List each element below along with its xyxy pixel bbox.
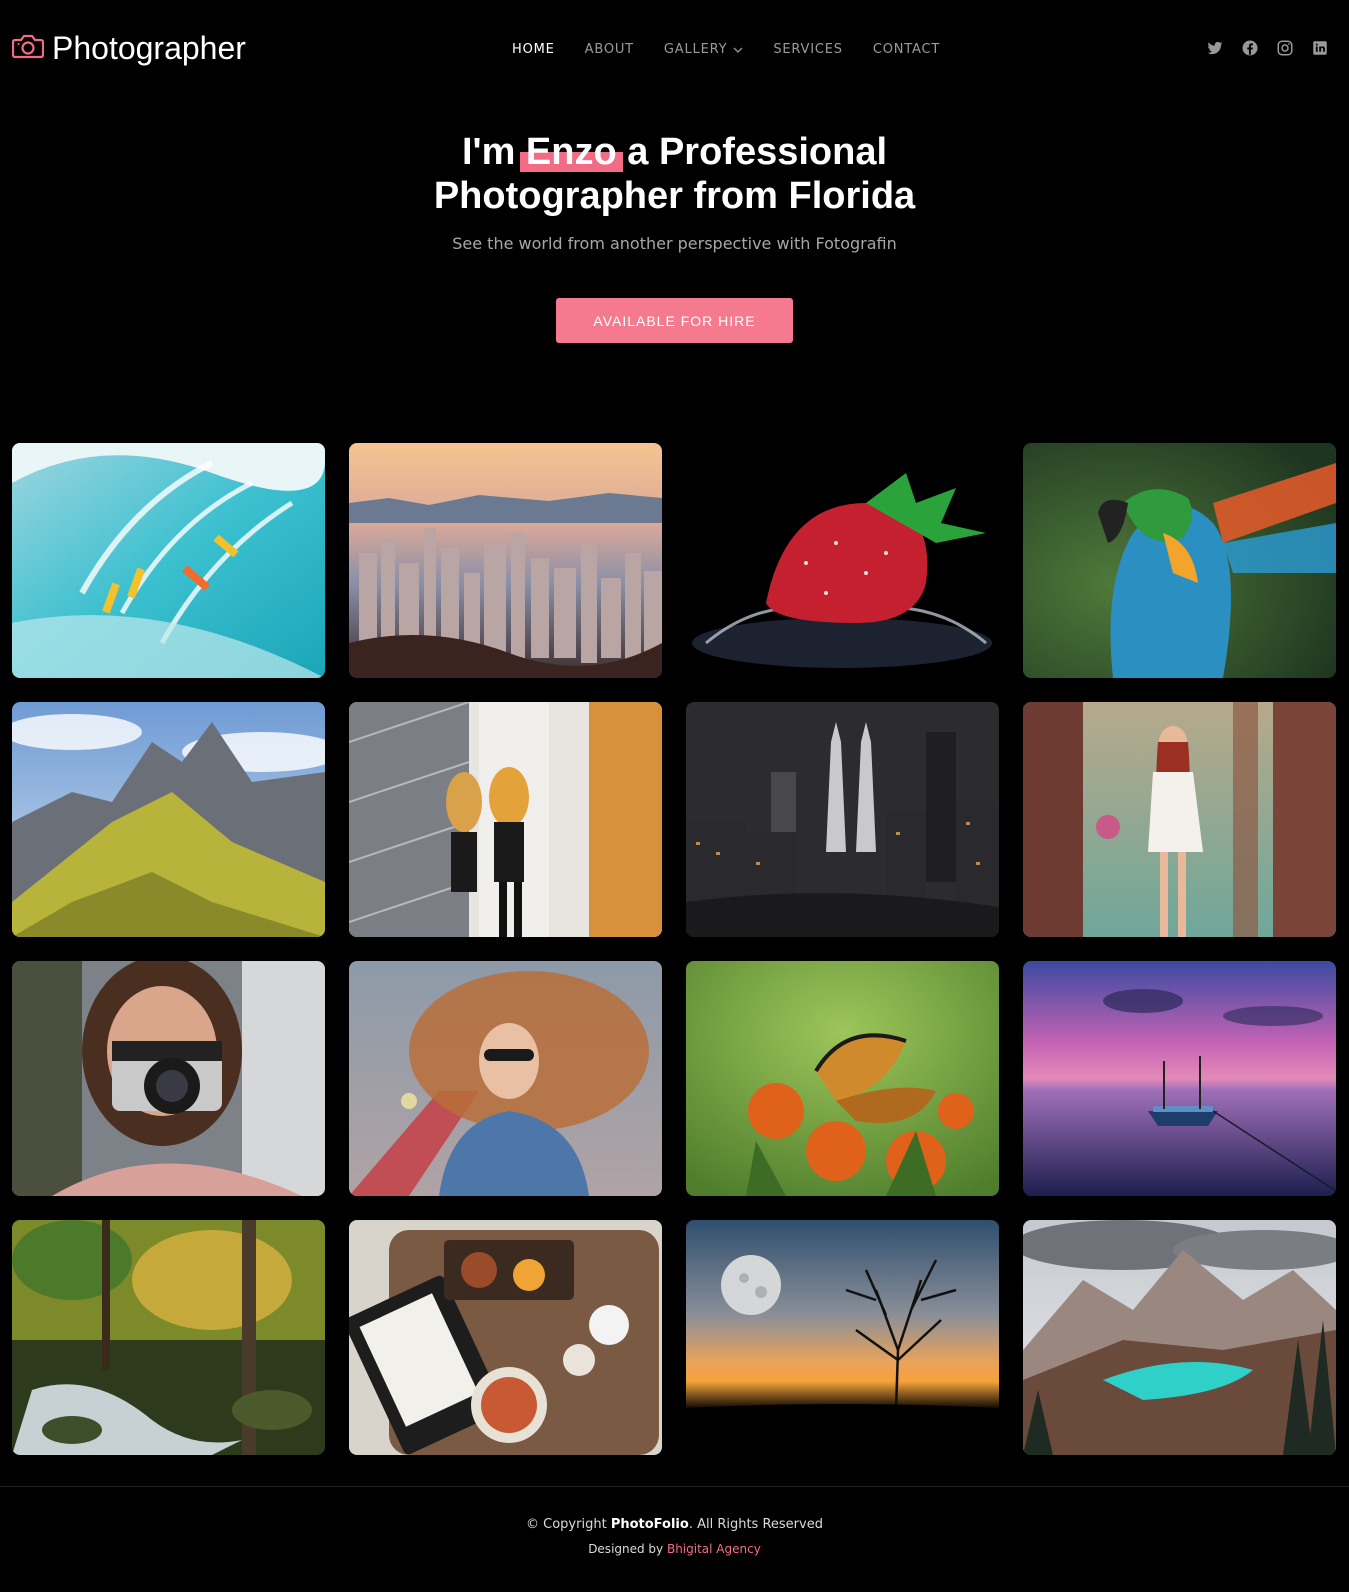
boat-purple-sunset-photo[interactable] — [1023, 961, 1336, 1196]
designed-by-prefix: Designed by — [588, 1542, 667, 1556]
nav-gallery-label: GALLERY — [663, 41, 728, 57]
forest-waterfall-photo[interactable] — [12, 1220, 325, 1455]
macaw-parrot-photo[interactable] — [1023, 443, 1336, 678]
instagram-icon[interactable] — [1276, 39, 1294, 57]
nav-gallery[interactable]: GALLERY — [664, 40, 743, 58]
woman-red-hair-street-photo[interactable] — [349, 961, 662, 1196]
linkedin-icon[interactable] — [1311, 39, 1329, 57]
woman-forest-flowers-photo[interactable] — [1023, 702, 1336, 937]
hero-title-prefix: I'm — [461, 131, 526, 173]
nav-contact[interactable]: CONTACT — [873, 40, 940, 58]
copyright-suffix: . All Rights Reserved — [688, 1517, 823, 1532]
available-for-hire-button[interactable]: AVAILABLE FOR HIRE — [556, 298, 793, 343]
copyright-text: © Copyright PhotoFolio. All Rights Reser… — [0, 1517, 1349, 1532]
hero-subtitle: See the world from another perspective w… — [452, 234, 897, 253]
chevron-down-icon — [733, 42, 743, 57]
camera-icon — [11, 33, 45, 64]
mountain-lake-photo[interactable] — [1023, 1220, 1336, 1455]
social-links — [1206, 39, 1329, 57]
copyright-prefix: © Copyright — [526, 1517, 611, 1532]
facebook-icon[interactable] — [1241, 39, 1259, 57]
petronas-towers-night-photo[interactable] — [686, 702, 999, 937]
hero-title-line2: Photographer from Florida — [433, 175, 916, 217]
site-footer: © Copyright PhotoFolio. All Rights Reser… — [0, 1486, 1349, 1556]
designed-by-text: Designed by Bhigital Agency — [0, 1542, 1349, 1556]
hero-title-name: Enzo — [519, 131, 623, 173]
main-nav: HOME ABOUT GALLERY SERVICES CONTACT — [512, 40, 970, 58]
nav-services[interactable]: SERVICES — [773, 40, 842, 58]
copyright-brand: PhotoFolio — [610, 1517, 689, 1532]
designer-link[interactable]: Bhigital Agency — [667, 1542, 761, 1556]
brand-name: Photographer — [52, 30, 246, 66]
hero-title-suffix: a Professional — [616, 131, 888, 173]
brand-logo[interactable]: Photographer — [11, 30, 246, 67]
mountain-peaks-photo[interactable] — [12, 702, 325, 937]
site-header: Photographer HOME ABOUT GALLERY SERVICES… — [0, 0, 1349, 98]
nav-home[interactable]: HOME — [512, 40, 555, 58]
food-table-flatlay-photo[interactable] — [349, 1220, 662, 1455]
surfers-wave-photo[interactable] — [12, 443, 325, 678]
strawberry-splash-photo[interactable] — [686, 443, 999, 678]
moon-tree-sunset-photo[interactable] — [686, 1220, 999, 1455]
photo-gallery — [12, 443, 1338, 1455]
women-mirror-photo[interactable] — [349, 702, 662, 937]
city-skyline-sunset-photo[interactable] — [349, 443, 662, 678]
monarch-butterfly-photo[interactable] — [686, 961, 999, 1196]
nav-about[interactable]: ABOUT — [585, 40, 634, 58]
hero-title: I'm Enzo a Professional Photographer fro… — [0, 130, 1349, 218]
hero-section: I'm Enzo a Professional Photographer fro… — [0, 130, 1349, 253]
woman-camera-photo[interactable] — [12, 961, 325, 1196]
twitter-icon[interactable] — [1206, 39, 1224, 57]
